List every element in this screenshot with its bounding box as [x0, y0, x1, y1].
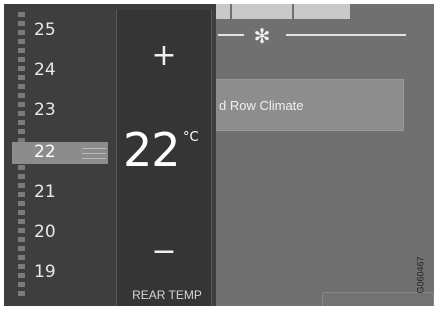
scale-tick: [18, 291, 25, 296]
scale-tick: [18, 111, 25, 116]
row-climate-button[interactable]: d Row Climate: [214, 79, 404, 131]
scale-tick: [18, 102, 25, 107]
scale-tick: [18, 30, 25, 35]
scale-tick: [18, 237, 25, 242]
figure-code-text: G060467: [415, 256, 426, 294]
scale-tick: [18, 66, 25, 71]
climate-screen: ✻ d Row Climate 25 24 23 22 21 20 19 + 2…: [4, 4, 434, 306]
temperature-unit: °C: [183, 130, 199, 145]
scale-tick: [18, 84, 25, 89]
row-climate-label: d Row Climate: [219, 98, 304, 113]
current-temperature: 22: [123, 123, 181, 177]
scale-tick: [18, 273, 25, 278]
scale-tick: [18, 228, 25, 233]
fan-divider-right: [286, 34, 406, 36]
scale-value-24[interactable]: 24: [34, 58, 74, 82]
scale-tick: [18, 120, 25, 125]
zone-label: REAR TEMP: [132, 288, 202, 302]
scale-tick: [18, 255, 25, 260]
fan-divider-left: [218, 34, 244, 36]
preset-divider: [230, 4, 232, 19]
band-line: [82, 148, 106, 149]
figure-code: G060467: [415, 250, 430, 298]
scale-tick: [18, 48, 25, 53]
increase-temp-button[interactable]: +: [117, 36, 211, 76]
scale-value-22-selected[interactable]: 22: [34, 140, 74, 164]
scale-value-25[interactable]: 25: [34, 18, 74, 42]
band-line: [82, 158, 106, 159]
scale-tick: [18, 93, 25, 98]
scale-value-19[interactable]: 19: [34, 260, 74, 284]
scale-tick: [18, 12, 25, 17]
scale-tick: [18, 201, 25, 206]
scale-value-21[interactable]: 21: [34, 180, 74, 204]
scale-tick: [18, 129, 25, 134]
scale-tick: [18, 192, 25, 197]
scale-tick: [18, 282, 25, 287]
scale-tick: [18, 57, 25, 62]
preset-divider: [292, 4, 294, 19]
temperature-control: + 22 °C − REAR TEMP: [116, 10, 212, 306]
rear-temp-overlay: 25 24 23 22 21 20 19 + 22 °C − REAR TEMP: [4, 4, 216, 306]
scale-tick: [18, 21, 25, 26]
scale-tick: [18, 174, 25, 179]
band-line: [82, 153, 106, 154]
scale-tick: [18, 246, 25, 251]
scale-tick: [18, 264, 25, 269]
decrease-temp-button[interactable]: −: [117, 232, 211, 272]
scale-tick: [18, 75, 25, 80]
fan-icon[interactable]: ✻: [250, 24, 274, 48]
top-preset-bar[interactable]: [210, 4, 350, 19]
scale-value-23[interactable]: 23: [34, 98, 74, 122]
scale-tick: [18, 210, 25, 215]
scale-value-20[interactable]: 20: [34, 220, 74, 244]
scale-tick: [18, 165, 25, 170]
scale-tick: [18, 183, 25, 188]
scale-tick: [18, 39, 25, 44]
scale-tick: [18, 219, 25, 224]
